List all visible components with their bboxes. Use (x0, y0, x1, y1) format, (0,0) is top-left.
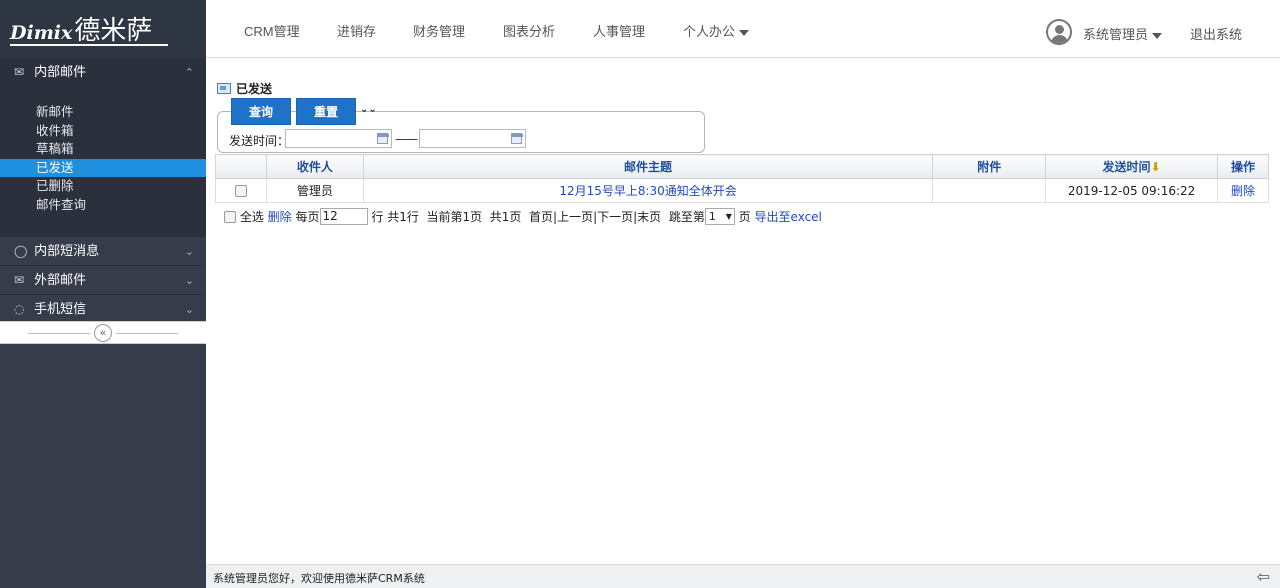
export-excel-link[interactable]: 导出至excel (755, 210, 822, 224)
sidebar-item-sent[interactable]: 已发送 (0, 158, 206, 178)
calendar-icon[interactable] (377, 133, 389, 144)
sidebar-item-mail-search[interactable]: 邮件查询 (0, 196, 206, 215)
column-sent-time-label: 发送时间 (1102, 160, 1151, 174)
row-checkbox[interactable] (234, 185, 247, 197)
brand-latin: Dimix (10, 22, 73, 44)
nav-crm[interactable]: CRM管理 (244, 21, 300, 40)
sidebar-item-drafts[interactable]: 草稿箱 (0, 140, 206, 159)
action-cell: 删除 (1217, 178, 1269, 203)
sidebar-group-external-mail[interactable]: ✉ 外部邮件 ⌄ (0, 266, 206, 295)
page-jump-select[interactable]: 1 (704, 208, 735, 225)
sent-time-label: 发送时间： (229, 134, 290, 148)
sidebar-item-new-mail[interactable]: 新邮件 (0, 103, 206, 122)
sent-mail-table: 收件人 邮件主题 附件 发送时间⬇ 操作 管理员 12月15号早上8:30通知全… (215, 154, 1269, 203)
sidebar: ✉ 内部邮件 ⌃ 新邮件 收件箱 草稿箱 已发送 已删除 邮件查询 ◯ 内部短消… (0, 58, 206, 588)
nav-charts[interactable]: 图表分析 (503, 21, 555, 40)
table-header-row: 收件人 邮件主题 附件 发送时间⬇ 操作 (215, 154, 1269, 179)
sidebar-collapse-bar: « (0, 321, 206, 344)
nav-finance[interactable]: 财务管理 (413, 21, 465, 40)
mail-submenu: 新邮件 收件箱 草稿箱 已发送 已删除 邮件查询 (0, 87, 206, 237)
status-footer: 系统管理员您好，欢迎使用德米萨CRM系统 ⇦ (206, 564, 1280, 588)
page-navigation[interactable]: 首页|上一页|下一页|末页 (529, 210, 661, 224)
user-menu[interactable]: 系统管理员 (1083, 24, 1163, 43)
sidebar-item-deleted[interactable]: 已删除 (0, 177, 206, 196)
sidebar-group-label: 内部短消息 (34, 243, 100, 259)
column-select (215, 154, 267, 179)
sidebar-group-internal-messages[interactable]: ◯ 内部短消息 ⌄ (0, 237, 206, 266)
column-action: 操作 (1217, 154, 1269, 179)
query-button[interactable]: 查询 (231, 98, 291, 125)
date-from-input[interactable] (285, 129, 392, 148)
column-attachment[interactable]: 附件 (932, 154, 1047, 179)
brand-cjk: 德米萨 (74, 16, 153, 46)
select-all-label: 全选 (239, 210, 264, 224)
per-page-input[interactable]: 12 (319, 208, 368, 225)
total-pages: 共1页 (489, 210, 522, 224)
chat-bubbles-icon: ◌ (14, 301, 25, 316)
page-title: 已发送 (217, 80, 272, 97)
caret-down-icon (739, 29, 750, 36)
logout-link[interactable]: 退出系统 (1190, 24, 1242, 43)
divider (28, 333, 90, 334)
subject-cell: 12月15号早上8:30通知全体开会 (362, 178, 934, 203)
table-row: 管理员 12月15号早上8:30通知全体开会 2019-12-05 09:16:… (215, 178, 1269, 203)
double-chevron-left-icon[interactable]: « (94, 324, 112, 342)
per-page-suffix: 行 (371, 210, 384, 224)
caret-down-icon (1152, 32, 1163, 39)
expand-search-icon[interactable]: ⌄⌄ (360, 104, 377, 115)
column-sent-time[interactable]: 发送时间⬇ (1045, 154, 1219, 179)
row-select-cell (215, 178, 267, 203)
recipient-cell: 管理员 (265, 178, 364, 203)
per-page-prefix: 每页 (295, 210, 320, 224)
divider (116, 333, 178, 334)
date-separator: —— (395, 132, 418, 146)
envelope-outline-icon: ✉ (14, 65, 25, 79)
top-navigation: CRM管理 进销存 财务管理 图表分析 人事管理 个人办公 系统管理员 退出系统 (206, 0, 1280, 58)
envelope-icon: ✉ (14, 272, 25, 287)
user-name: 系统管理员 (1083, 27, 1149, 42)
nav-hr[interactable]: 人事管理 (593, 21, 645, 40)
chevron-up-icon: ⌃ (184, 66, 194, 79)
logo-area: Dimix德米萨 (0, 0, 206, 58)
sidebar-group-sms[interactable]: ◌ 手机短信 ⌄ (0, 295, 206, 324)
chevron-down-icon: ⌄ (184, 302, 194, 316)
nav-personal-office[interactable]: 个人办公 (683, 21, 750, 40)
subject-link[interactable]: 12月15号早上8:30通知全体开会 (559, 184, 737, 198)
welcome-text: 系统管理员您好，欢迎使用德米萨CRM系统 (213, 572, 425, 585)
column-recipient[interactable]: 收件人 (265, 154, 364, 179)
sidebar-group-internal-mail[interactable]: ✉ 内部邮件 ⌃ (0, 58, 206, 87)
back-arrow-icon[interactable]: ⇦ (1257, 567, 1270, 586)
reset-button[interactable]: 重置 (296, 98, 356, 125)
calendar-icon[interactable] (511, 133, 523, 144)
attachment-cell (932, 178, 1047, 203)
brand-logo[interactable]: Dimix德米萨 (10, 10, 168, 47)
date-to-input[interactable] (419, 129, 526, 148)
chevron-down-icon: ⌄ (184, 244, 194, 258)
bulk-delete-link[interactable]: 删除 (268, 210, 292, 224)
nav-personal-office-label: 个人办公 (683, 24, 736, 39)
jump-suffix: 页 (738, 210, 751, 224)
folder-icon (217, 83, 231, 94)
speech-bubble-icon: ◯ (14, 243, 28, 258)
current-page: 当前第1页 (426, 210, 483, 224)
sort-down-arrow-icon: ⬇ (1150, 160, 1161, 174)
chevron-down-icon: ⌄ (184, 273, 194, 287)
sidebar-group-label: 外部邮件 (34, 272, 87, 288)
nav-inventory[interactable]: 进销存 (337, 21, 376, 40)
select-all-checkbox[interactable] (224, 210, 236, 223)
page-title-text: 已发送 (236, 82, 273, 96)
sidebar-group-label: 手机短信 (34, 301, 87, 317)
total-rows: 共1行 (387, 210, 419, 224)
pagination-bar: 全选 删除 每页 12 行 共1行 当前第1页 共1页 首页|上一页|下一页|末页… (224, 208, 822, 225)
column-subject[interactable]: 邮件主题 (362, 154, 934, 179)
logo-underline (10, 44, 168, 46)
jump-prefix: 跳至第 (668, 210, 705, 224)
delete-link[interactable]: 删除 (1231, 184, 1255, 198)
main-content: 已发送 查询 重置 ⌄⌄ 发送时间： —— 收件人 邮件主题 附件 发送时间⬇ … (206, 58, 1280, 564)
sent-time-cell: 2019-12-05 09:16:22 (1045, 178, 1219, 203)
sidebar-group-label: 内部邮件 (34, 65, 87, 80)
user-avatar-icon[interactable] (1046, 19, 1072, 45)
sidebar-item-inbox[interactable]: 收件箱 (0, 122, 206, 141)
